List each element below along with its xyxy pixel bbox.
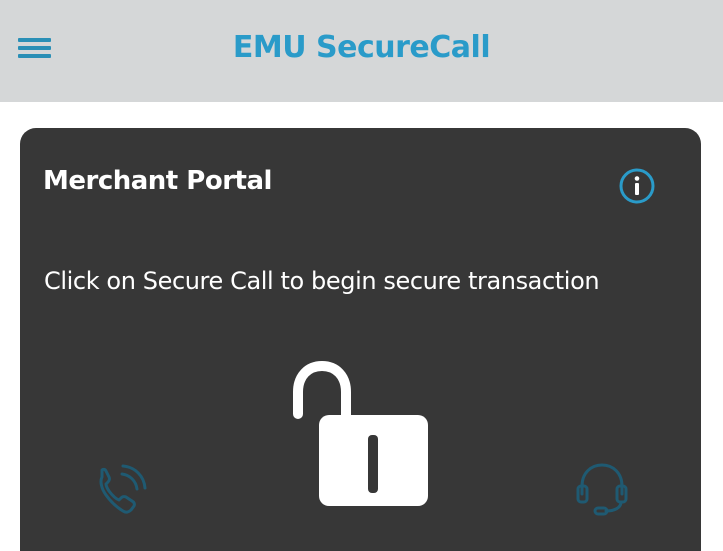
- instruction-text: Click on Secure Call to begin secure tra…: [44, 267, 600, 295]
- info-icon[interactable]: [618, 167, 656, 205]
- phone-call-icon[interactable]: [92, 461, 152, 517]
- secure-call-lock-button[interactable]: [286, 358, 432, 510]
- merchant-portal-card: Merchant Portal Click on Secure Call to …: [20, 128, 701, 551]
- headset-icon[interactable]: [574, 460, 630, 518]
- app-header: EMU SecureCall: [0, 0, 723, 102]
- app-title: EMU SecureCall: [232, 30, 491, 65]
- app-screen: EMU SecureCall Merchant Portal Click on …: [0, 0, 723, 551]
- card-title: Merchant Portal: [43, 166, 272, 196]
